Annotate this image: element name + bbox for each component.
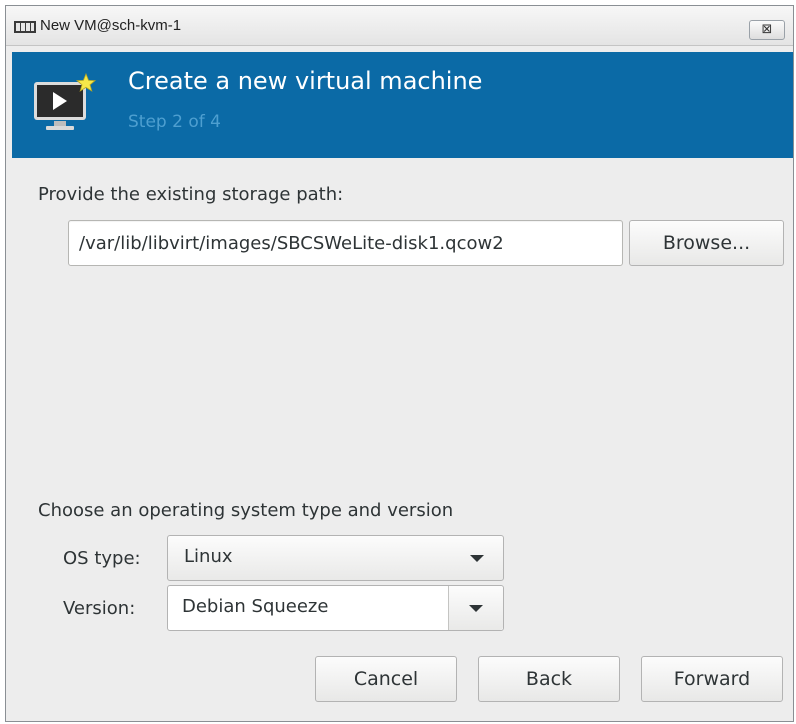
storage-path-input[interactable] [68,220,623,266]
version-value[interactable]: Debian Squeeze [182,596,328,617]
chevron-down-icon [469,605,483,612]
os-type-select[interactable]: Linux [167,535,504,581]
wizard-step-indicator: Step 2 of 4 [128,112,221,132]
new-vm-dialog: New VM@sch-kvm-1 ⊠ Create a new virtual … [5,5,794,722]
os-type-label: OS type: [63,548,141,569]
os-type-value: Linux [184,546,233,567]
version-dropdown-button[interactable] [449,586,503,630]
cancel-button[interactable]: Cancel [315,656,457,702]
wizard-title: Create a new virtual machine [128,67,483,95]
forward-button[interactable]: Forward [641,656,783,702]
storage-path-label: Provide the existing storage path: [38,184,344,205]
virt-manager-app-icon [14,21,36,33]
cancel-button-label: Cancel [353,668,419,690]
os-section-label: Choose an operating system type and vers… [38,500,454,521]
close-button[interactable]: ⊠ [749,20,785,40]
back-button[interactable]: Back [478,656,620,702]
back-button-label: Back [525,668,573,690]
version-combo[interactable]: Debian Squeeze [167,585,504,631]
version-label: Version: [63,598,136,619]
browse-button-label: Browse... [662,232,751,254]
close-icon: ⊠ [761,22,773,37]
forward-button-label: Forward [673,668,751,690]
chevron-down-icon [470,555,484,562]
browse-button[interactable]: Browse... [629,220,784,266]
title-bar[interactable]: New VM@sch-kvm-1 ⊠ [6,6,793,46]
monitor-play-icon [34,72,97,130]
wizard-header: Create a new virtual machine Step 2 of 4 [12,52,793,158]
window-title: New VM@sch-kvm-1 [40,17,182,34]
